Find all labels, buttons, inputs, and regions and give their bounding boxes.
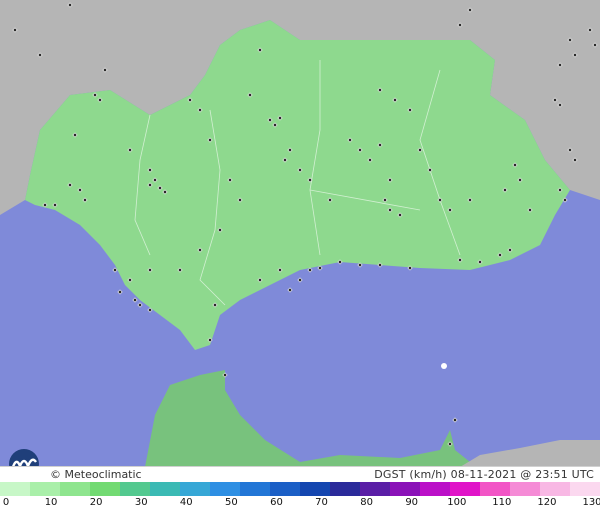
color-swatch (60, 482, 90, 496)
scale-tick-label: 80 (360, 497, 373, 508)
color-swatch (120, 482, 150, 496)
color-swatch (390, 482, 420, 496)
scale-tick-label: 60 (270, 497, 283, 508)
color-swatch (570, 482, 600, 496)
scale-tick-label: 70 (315, 497, 328, 508)
color-swatch (510, 482, 540, 496)
color-swatch (270, 482, 300, 496)
scale-tick-label: 50 (225, 497, 238, 508)
color-swatch (90, 482, 120, 496)
caption-text: DGST (km/h) 08-11-2021 @ 23:51 UTC (374, 468, 594, 481)
color-swatch (330, 482, 360, 496)
color-swatch (450, 482, 480, 496)
scale-tick-label: 30 (134, 497, 148, 508)
scale-tick-label: 120 (537, 497, 557, 508)
color-swatch (210, 482, 240, 496)
color-scale: 0 10 20 30 40 50 60 70 80 90 100 110 120 130 (0, 482, 600, 517)
caption-separator: @ (520, 468, 532, 481)
caption-variable: DGST (km/h) (374, 468, 447, 481)
caption-bar: © Meteoclimatic DGST (km/h) 08-11-2021 @… (0, 466, 600, 483)
scale-tick-label: 20 (89, 497, 103, 508)
color-swatch (420, 482, 450, 496)
color-swatch (300, 482, 330, 496)
scale-tick-label: 40 (179, 497, 193, 508)
scale-tick-label: 110 (492, 497, 512, 508)
color-swatch (150, 482, 180, 496)
color-scale-labels: 0 10 20 30 40 50 60 70 80 90 100 110 120 130 (0, 497, 600, 515)
caption-date: 08-11-2021 (450, 468, 517, 481)
color-swatch (0, 482, 30, 496)
credit-text: © Meteoclimatic (50, 468, 142, 481)
color-swatch (540, 482, 570, 496)
color-swatch (360, 482, 390, 496)
scale-tick-label: 0 (2, 497, 10, 508)
color-scale-bar (0, 482, 600, 496)
map (0, 0, 600, 467)
color-swatch (180, 482, 210, 496)
scale-tick-label: 10 (44, 497, 58, 508)
color-swatch (30, 482, 60, 496)
caption-time: 23:51 UTC (535, 468, 594, 481)
alboran-island (441, 363, 447, 369)
scale-tick-label: 90 (405, 497, 419, 508)
scale-tick-label: 130 (582, 497, 600, 508)
color-swatch (240, 482, 270, 496)
color-swatch (480, 482, 510, 496)
scale-tick-label: 100 (447, 497, 467, 508)
